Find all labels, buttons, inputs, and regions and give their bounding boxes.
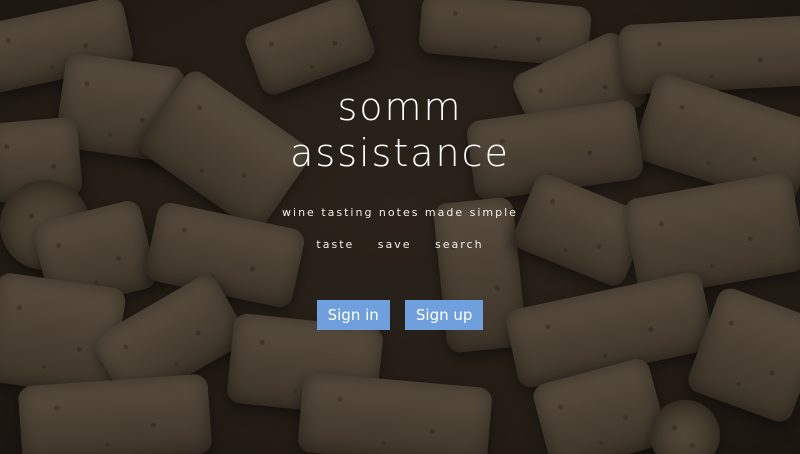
hero-section: somm assistance wine tasting notes made …	[0, 0, 800, 454]
sign-up-button[interactable]: Sign up	[404, 300, 484, 330]
feature-search: search	[435, 238, 484, 251]
app-title-line2: assistance	[290, 131, 510, 175]
auth-actions: Sign in Sign up	[0, 300, 800, 330]
feature-list: taste save search	[0, 238, 800, 251]
feature-save: save	[377, 238, 412, 251]
sign-in-button[interactable]: Sign in	[316, 300, 390, 330]
app-title-line1: somm	[337, 85, 463, 129]
feature-taste: taste	[316, 238, 355, 251]
hero-content: somm assistance wine tasting notes made …	[0, 0, 800, 454]
app-title: somm assistance	[0, 84, 800, 176]
tagline: wine tasting notes made simple	[282, 206, 518, 219]
